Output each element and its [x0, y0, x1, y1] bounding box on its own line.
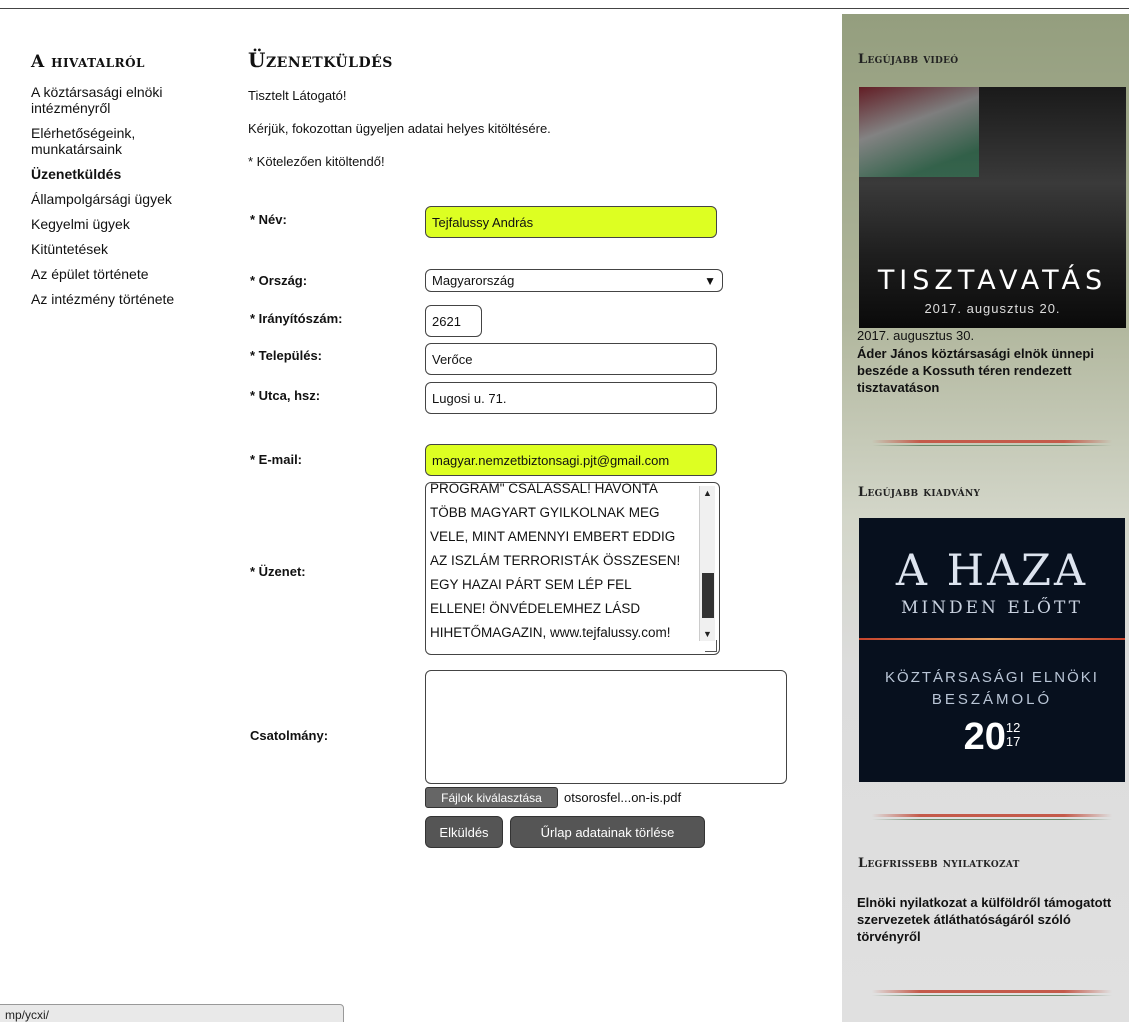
top-border	[0, 8, 1129, 9]
right-sidebar: Legújabb videó TISZTAVATÁS 2017. auguszt…	[842, 14, 1129, 1022]
submit-button[interactable]: Elküldés	[425, 816, 503, 848]
name-label: * Név:	[250, 212, 287, 227]
publication-line3: KÖZTÁRSASÁGI ELNÖKI	[885, 669, 1099, 686]
nav-item-intezmeny[interactable]: A köztársasági elnöki intézményről	[31, 84, 181, 116]
scroll-up-icon[interactable]: ▲	[703, 488, 712, 498]
section-divider	[872, 814, 1112, 817]
country-select[interactable]: Magyarország ▼	[425, 269, 723, 292]
year-bottom: 17	[1005, 734, 1021, 749]
section-divider	[872, 990, 1112, 993]
street-label: * Utca, hsz:	[250, 388, 321, 403]
attachment-label: Csatolmány:	[250, 728, 329, 743]
nav-item-epulet[interactable]: Az épület története	[31, 266, 221, 282]
publication-subtitle: MINDEN ELŐTT	[901, 598, 1083, 618]
message-line: PROGRAM" CSALÁSSAL! HAVONTA	[430, 482, 658, 496]
nav-item-elerhetosegek[interactable]: Elérhetőségeink, munkatársaink	[31, 125, 151, 157]
nav-item-allampolgarsag[interactable]: Állampolgársági ügyek	[31, 191, 221, 207]
street-input-value: Lugosi u. 71.	[432, 390, 507, 406]
left-navigation: A hivatalról A köztársasági elnöki intéz…	[31, 52, 221, 316]
email-input-value: magyar.nemzetbiztonsagi.pjt@gmail.com	[432, 452, 670, 468]
reset-button[interactable]: Űrlap adatainak törlése	[510, 816, 705, 848]
zip-input-value: 2621	[432, 313, 461, 329]
greeting-text: Tisztelt Látogató!	[248, 88, 347, 103]
scroll-thumb[interactable]	[702, 573, 714, 618]
publication-line4: BESZÁMOLÓ	[931, 691, 1053, 708]
message-scrollbar[interactable]: ▲ ▼	[699, 486, 715, 641]
zip-label: * Irányítószám:	[250, 311, 343, 326]
message-textarea[interactable]: PROGRAM" CSALÁSSAL! HAVONTA TÖBB MAGYART…	[425, 482, 720, 655]
publication-year: 2012 17	[859, 716, 1125, 759]
video-heading: Legújabb videó	[858, 52, 959, 67]
name-input-value: Tejfalussy András	[432, 214, 534, 230]
country-select-value: Magyarország	[432, 273, 515, 288]
city-input[interactable]: Verőce	[425, 343, 717, 375]
message-text: PROGRAM" CSALÁSSAL! HAVONTA TÖBB MAGYART…	[430, 482, 695, 645]
video-date: 2017. augusztus 30.	[857, 328, 975, 343]
message-line: TÖBB MAGYART GYILKOLNAK MEG	[430, 505, 660, 520]
year-range: 12 17	[1006, 721, 1020, 749]
section-divider	[872, 440, 1112, 443]
nav-item-kegyelmi[interactable]: Kegyelmi ügyek	[31, 216, 221, 232]
publication-title: A HAZA	[895, 546, 1089, 596]
scroll-down-icon[interactable]: ▼	[703, 629, 712, 639]
file-select-button[interactable]: Fájlok kiválasztása	[425, 787, 558, 808]
main-content: Üzenetküldés Tisztelt Látogató! Kérjük, …	[248, 48, 808, 187]
resize-handle-icon[interactable]	[705, 640, 717, 652]
section-divider-shadow	[872, 445, 1112, 446]
attachment-box[interactable]	[425, 670, 787, 784]
video-subtitle: 2017. augusztus 20.	[924, 301, 1061, 316]
flag-graphic	[859, 87, 979, 177]
video-thumbnail[interactable]: TISZTAVATÁS 2017. augusztus 20.	[859, 87, 1126, 328]
zip-input[interactable]: 2621	[425, 305, 482, 337]
publication-cover[interactable]: A HAZA MINDEN ELŐTT KÖZTÁRSASÁGI ELNÖKI …	[859, 518, 1125, 782]
message-label: * Üzenet:	[250, 564, 306, 579]
street-input[interactable]: Lugosi u. 71.	[425, 382, 717, 414]
page-title: Üzenetküldés	[248, 48, 393, 72]
message-line: HIHETŐMAGAZIN, www.tejfalussy.com!	[430, 625, 671, 640]
section-divider-shadow	[872, 995, 1112, 996]
country-label: * Ország:	[250, 273, 308, 288]
year-prefix: 20	[963, 716, 1006, 758]
publication-heading: Legújabb kiadvány	[858, 485, 981, 500]
email-label: * E-mail:	[250, 452, 303, 467]
nav-heading: A hivatalról	[31, 52, 145, 72]
message-line: ELLENE! ÖNVÉDELEMHEZ LÁSD	[430, 601, 641, 616]
nav-item-kituntetesek[interactable]: Kitüntetések	[31, 241, 221, 257]
status-bar-url: mp/ycxi/	[0, 1004, 344, 1022]
nav-item-intezmeny-tortenete[interactable]: Az intézmény története	[31, 291, 221, 307]
statement-heading: Legfrissebb nyilatkozat	[858, 856, 1020, 871]
dropdown-arrow-icon: ▼	[704, 273, 716, 288]
section-divider-shadow	[872, 819, 1112, 820]
selected-file-name: otsorosfel...on-is.pdf	[564, 790, 682, 805]
statement-link[interactable]: Elnöki nyilatkozat a külföldről támogato…	[857, 894, 1125, 945]
nav-item-uzenetkuldes[interactable]: Üzenetküldés	[31, 166, 221, 182]
city-label: * Település:	[250, 348, 323, 363]
year-top: 12	[1005, 720, 1021, 735]
publication-rule	[859, 638, 1125, 640]
email-input[interactable]: magyar.nemzetbiztonsagi.pjt@gmail.com	[425, 444, 717, 476]
video-title: TISZTAVATÁS	[877, 265, 1108, 296]
name-input[interactable]: Tejfalussy András	[425, 206, 717, 238]
required-note: * Kötelezően kitöltendő!	[248, 154, 385, 169]
message-line: EGY HAZAI PÁRT SEM LÉP FEL	[430, 577, 632, 592]
message-line: VELE, MINT AMENNYI EMBERT EDDIG	[430, 529, 676, 544]
instruction-text: Kérjük, fokozottan ügyeljen adatai helye…	[248, 121, 551, 136]
city-input-value: Verőce	[432, 351, 473, 367]
message-line: AZ ISZLÁM TERRORISTÁK ÖSSZESEN!	[430, 553, 681, 568]
video-caption-link[interactable]: Áder János köztársasági elnök ünnepi bes…	[857, 345, 1125, 396]
